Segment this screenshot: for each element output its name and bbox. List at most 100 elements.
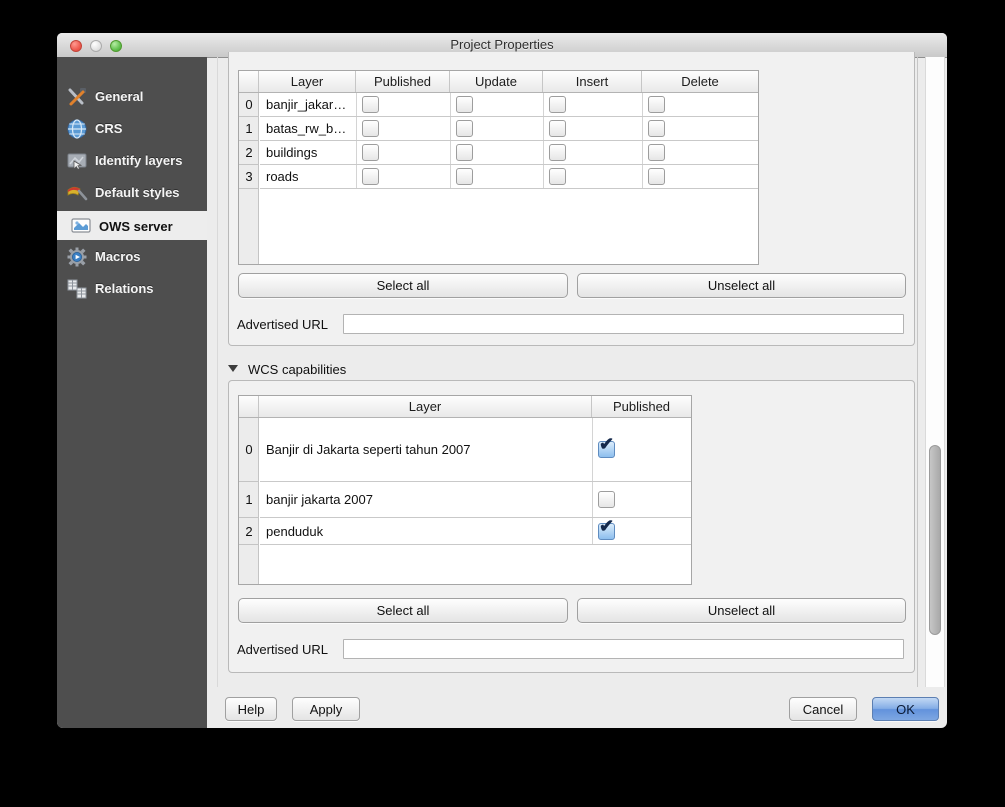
published-checkbox[interactable] [362,96,379,113]
wfs-advertised-url-input[interactable] [343,314,904,334]
globe-icon [66,118,88,140]
row-index: 2 [239,141,259,165]
header-published: Published [592,396,691,417]
scroll-area-left-border [217,57,218,687]
update-checkbox[interactable] [456,120,473,137]
update-checkbox[interactable] [456,168,473,185]
row-index: 1 [239,117,259,141]
insert-checkbox[interactable] [549,120,566,137]
update-checkbox[interactable] [456,144,473,161]
layer-name-cell: buildings [260,141,357,164]
delete-cell [643,165,758,188]
table-row[interactable]: Banjir di Jakarta seperti tahun 2007 [260,418,691,482]
sidebar-item-default-styles[interactable]: Default styles [57,177,207,209]
row-index: 3 [239,165,259,189]
published-checkbox[interactable] [598,491,615,508]
table-row[interactable]: penduduk [260,518,691,545]
insert-cell [544,93,643,116]
update-cell [451,165,544,188]
header-published: Published [356,71,450,92]
published-checkbox[interactable] [598,441,615,458]
wcs-advertised-url-input[interactable] [343,639,904,659]
sidebar-item-crs[interactable]: CRS [57,113,207,145]
wcs-section-title: WCS capabilities [248,362,346,377]
table-row[interactable]: roads [260,165,758,189]
apply-button[interactable]: Apply [292,697,360,721]
row-index: 1 [239,482,259,518]
published-checkbox[interactable] [362,144,379,161]
collapse-triangle-icon[interactable] [228,365,238,372]
header-layer: Layer [259,71,356,92]
published-cell [593,482,691,517]
insert-checkbox[interactable] [549,168,566,185]
macros-icon [66,246,88,268]
sidebar-item-label: OWS server [99,219,173,234]
table-row[interactable]: banjir_jakar… [260,93,758,117]
ows-server-icon [70,215,92,237]
table-row[interactable]: buildings [260,141,758,165]
wfs-advertised-url-label: Advertised URL [237,317,328,332]
delete-checkbox[interactable] [648,144,665,161]
row-index: 2 [239,518,259,545]
update-checkbox[interactable] [456,96,473,113]
default-styles-icon [66,182,88,204]
project-properties-dialog: Project Properties General CRS [57,33,947,728]
layer-name-cell: Banjir di Jakarta seperti tahun 2007 [260,418,593,481]
corner-header-cell [239,396,259,417]
sidebar-item-label: General [95,89,143,104]
table-row[interactable]: banjir jakarta 2007 [260,482,691,518]
layer-name-cell: batas_rw_b… [260,117,357,140]
table-row[interactable]: batas_rw_b… [260,117,758,141]
identify-layers-icon [66,150,88,172]
help-button[interactable]: Help [225,697,277,721]
layer-name-cell: roads [260,165,357,188]
ok-button[interactable]: OK [872,697,939,721]
insert-cell [544,117,643,140]
wcs-unselect-all-button[interactable]: Unselect all [577,598,906,623]
settings-sidebar: General CRS Identify layers [57,57,207,728]
published-checkbox[interactable] [362,168,379,185]
sidebar-item-relations[interactable]: Relations [57,273,207,305]
corner-header-cell [239,71,259,92]
delete-cell [643,117,758,140]
relations-icon [66,278,88,300]
published-checkbox[interactable] [598,523,615,540]
delete-cell [643,141,758,164]
sidebar-item-macros[interactable]: Macros [57,241,207,273]
sidebar-item-general[interactable]: General [57,81,207,113]
update-cell [451,93,544,116]
delete-checkbox[interactable] [648,120,665,137]
sidebar-item-label: Macros [95,249,141,264]
published-checkbox[interactable] [362,120,379,137]
cancel-button[interactable]: Cancel [789,697,857,721]
published-cell [357,141,451,164]
wcs-table-header: Layer Published [239,396,691,418]
header-layer: Layer [259,396,592,417]
header-insert: Insert [543,71,642,92]
wfs-table-header: Layer Published Update Insert Delete [239,71,758,93]
sidebar-item-label: Identify layers [95,153,182,168]
delete-checkbox[interactable] [648,168,665,185]
tools-icon [66,86,88,108]
wfs-layers-table[interactable]: Layer Published Update Insert Delete 0 b… [238,70,759,265]
sidebar-item-identify-layers[interactable]: Identify layers [57,145,207,177]
scrollbar-thumb[interactable] [929,445,941,635]
wfs-unselect-all-button[interactable]: Unselect all [577,273,906,298]
layer-name-cell: penduduk [260,518,593,544]
vertical-scrollbar[interactable] [925,57,945,687]
published-cell [357,117,451,140]
row-index: 0 [239,93,259,117]
insert-checkbox[interactable] [549,144,566,161]
window-title: Project Properties [57,37,947,52]
delete-checkbox[interactable] [648,96,665,113]
wfs-select-all-button[interactable]: Select all [238,273,568,298]
wcs-layers-table[interactable]: Layer Published 0 Banjir di Jakarta sepe… [238,395,692,585]
sidebar-item-ows-server[interactable]: OWS server [57,211,207,240]
insert-checkbox[interactable] [549,96,566,113]
wcs-select-all-button[interactable]: Select all [238,598,568,623]
update-cell [451,117,544,140]
sidebar-item-label: CRS [95,121,122,136]
sidebar-item-label: Relations [95,281,154,296]
published-cell [593,418,691,481]
published-cell [593,518,691,544]
